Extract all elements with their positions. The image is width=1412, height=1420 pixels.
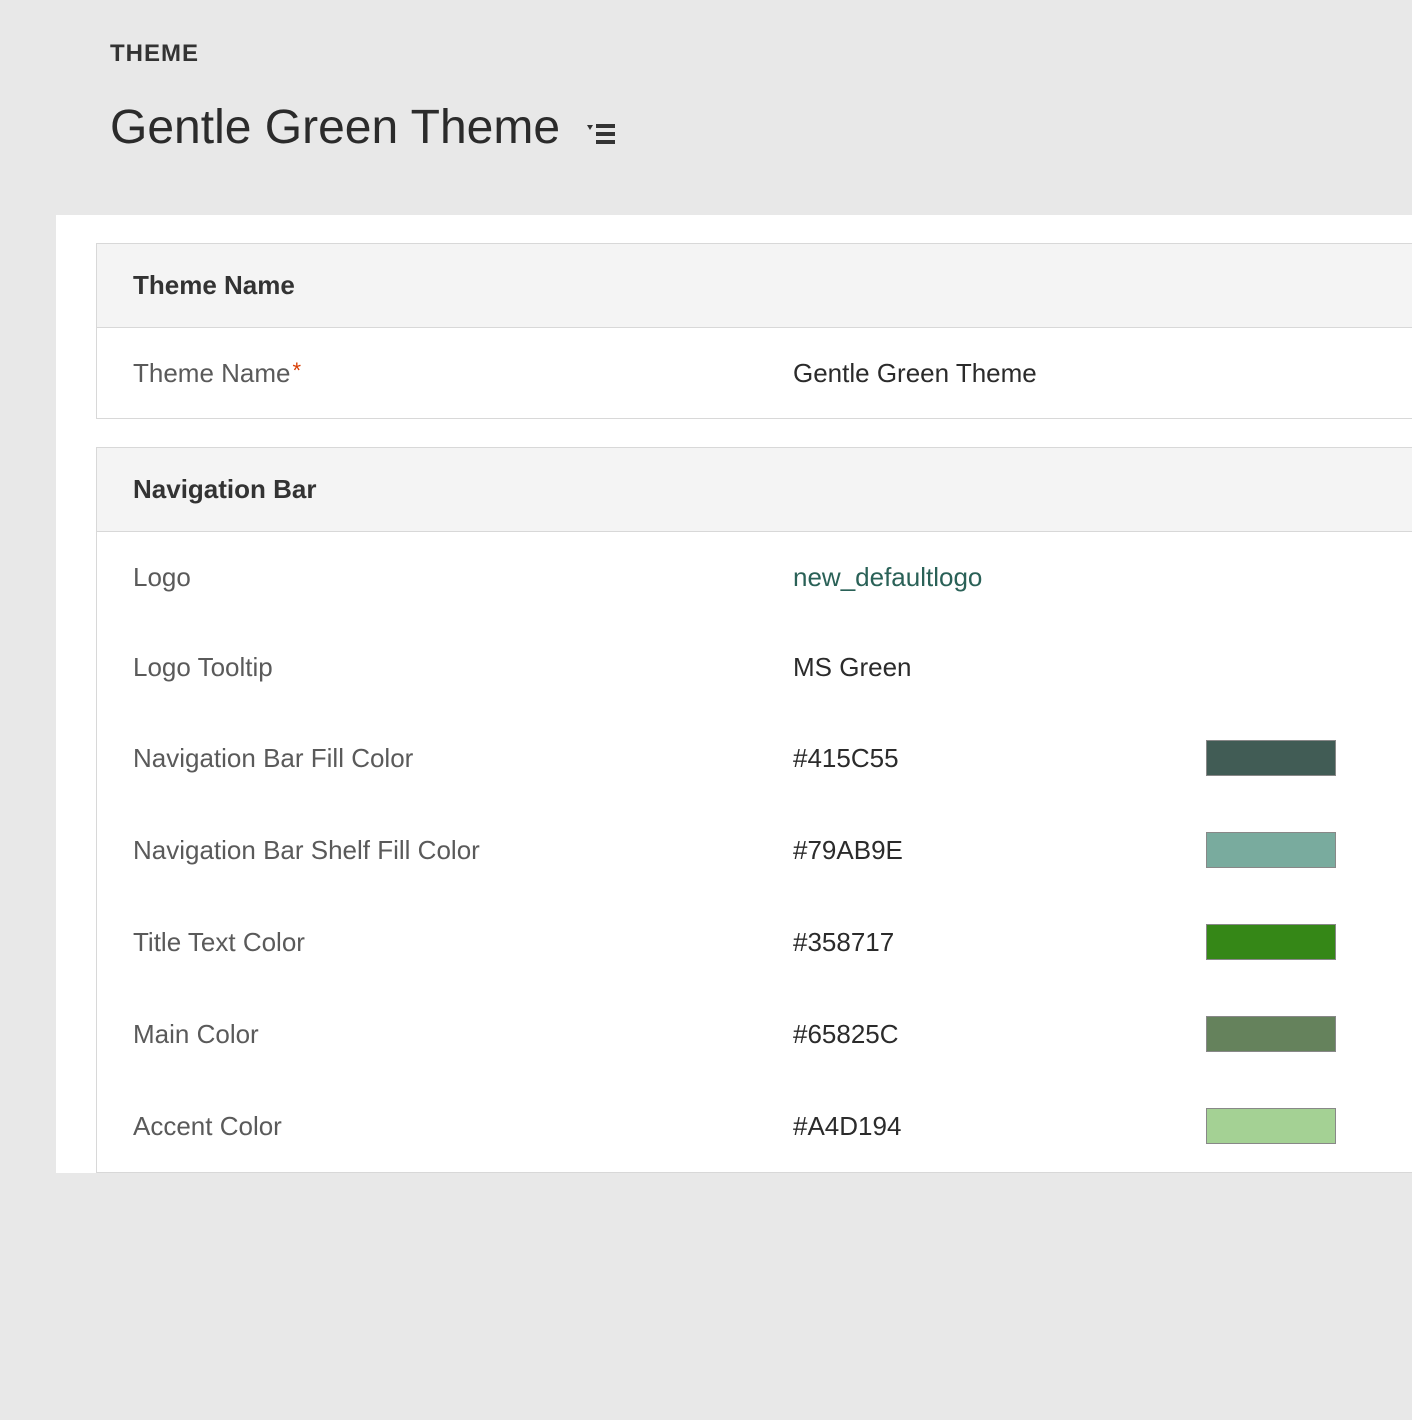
field-title-text-color: Title Text Color #358717: [97, 896, 1412, 988]
field-main-color: Main Color #65825C: [97, 988, 1412, 1080]
value-text-accent-color: #A4D194: [793, 1111, 1206, 1142]
required-asterisk: *: [293, 358, 302, 383]
label-text-theme-name: Theme Name: [133, 358, 291, 388]
section-body-navigation-bar: Logo new_defaultlogo Logo Tooltip MS Gre…: [97, 532, 1412, 1172]
field-value-accent-color[interactable]: #A4D194: [793, 1108, 1376, 1144]
value-text-title-text-color: #358717: [793, 927, 1206, 958]
page-header: THEME Gentle Green Theme: [0, 0, 1412, 215]
field-value-nav-fill-color[interactable]: #415C55: [793, 740, 1376, 776]
swatch-accent-color[interactable]: [1206, 1108, 1336, 1144]
section-header-navigation-bar[interactable]: Navigation Bar: [97, 448, 1412, 532]
field-label-title-text-color: Title Text Color: [133, 927, 793, 958]
swatch-nav-fill-color[interactable]: [1206, 740, 1336, 776]
swatch-nav-shelf-fill-color[interactable]: [1206, 832, 1336, 868]
field-label-nav-fill-color: Navigation Bar Fill Color: [133, 743, 793, 774]
section-theme-name: Theme Name Theme Name* Gentle Green Them…: [96, 243, 1412, 419]
field-label-theme-name: Theme Name*: [133, 358, 793, 389]
field-label-logo: Logo: [133, 562, 793, 593]
field-label-logo-tooltip: Logo Tooltip: [133, 652, 793, 683]
field-value-title-text-color[interactable]: #358717: [793, 924, 1376, 960]
content-area: Theme Name Theme Name* Gentle Green Them…: [56, 215, 1412, 1173]
section-header-theme-name[interactable]: Theme Name: [97, 244, 1412, 328]
field-nav-fill-color: Navigation Bar Fill Color #415C55: [97, 712, 1412, 804]
breadcrumb[interactable]: THEME: [110, 40, 1412, 68]
field-value-nav-shelf-fill-color[interactable]: #79AB9E: [793, 832, 1376, 868]
field-nav-shelf-fill-color: Navigation Bar Shelf Fill Color #79AB9E: [97, 804, 1412, 896]
swatch-title-text-color[interactable]: [1206, 924, 1336, 960]
field-label-nav-shelf-fill-color: Navigation Bar Shelf Fill Color: [133, 835, 793, 866]
field-accent-color: Accent Color #A4D194: [97, 1080, 1412, 1172]
field-value-logo-tooltip[interactable]: MS Green: [793, 652, 1376, 683]
field-value-main-color[interactable]: #65825C: [793, 1016, 1376, 1052]
field-theme-name: Theme Name* Gentle Green Theme: [97, 328, 1412, 418]
section-body-theme-name: Theme Name* Gentle Green Theme: [97, 328, 1412, 418]
field-label-main-color: Main Color: [133, 1019, 793, 1050]
field-value-theme-name[interactable]: Gentle Green Theme: [793, 358, 1376, 389]
section-navigation-bar: Navigation Bar Logo new_defaultlogo Logo…: [96, 447, 1412, 1173]
field-value-logo[interactable]: new_defaultlogo: [793, 562, 1376, 593]
swatch-main-color[interactable]: [1206, 1016, 1336, 1052]
value-text-main-color: #65825C: [793, 1019, 1206, 1050]
field-logo-tooltip: Logo Tooltip MS Green: [97, 622, 1412, 712]
page-title-row: Gentle Green Theme: [110, 100, 1412, 155]
field-label-accent-color: Accent Color: [133, 1111, 793, 1142]
value-text-nav-shelf-fill-color: #79AB9E: [793, 835, 1206, 866]
related-menu-icon[interactable]: [586, 119, 616, 149]
value-text-nav-fill-color: #415C55: [793, 743, 1206, 774]
page-title: Gentle Green Theme: [110, 100, 560, 155]
field-logo: Logo new_defaultlogo: [97, 532, 1412, 622]
